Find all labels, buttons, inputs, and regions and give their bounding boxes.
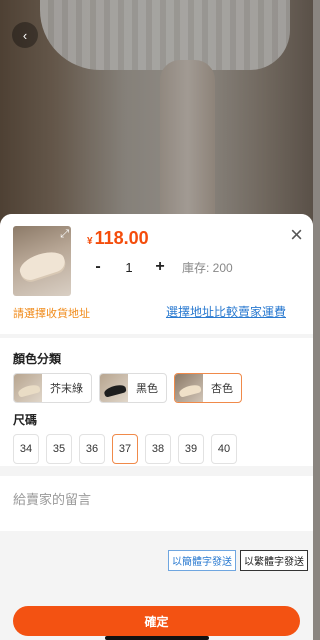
send-traditional-button[interactable]: 以繁體字發送 [240, 550, 308, 571]
increase-button[interactable]: + [149, 258, 171, 276]
decrease-button[interactable]: - [87, 258, 109, 276]
color-swatch-image [14, 374, 42, 402]
confirm-button[interactable]: 確定 [13, 606, 300, 636]
size-option-selected[interactable]: 37 [112, 434, 138, 464]
back-icon[interactable]: ‹ [12, 22, 38, 48]
shoe-swatch-mark [17, 383, 41, 398]
price: ¥118.00 [87, 228, 149, 249]
color-swatch-image [100, 374, 128, 402]
compare-shipping-link[interactable]: 選擇地址比較賣家運費 [166, 303, 286, 320]
font-send-options: 以簡體字發送 以繁體字發送 [168, 550, 308, 571]
size-option[interactable]: 36 [79, 434, 105, 464]
send-simplified-button[interactable]: 以簡體字發送 [168, 550, 236, 571]
color-section-title: 顏色分類 [13, 352, 62, 366]
color-option-label: 芥末綠 [50, 383, 83, 395]
select-address-prompt[interactable]: 請選擇收貨地址 [13, 305, 90, 321]
color-option-label: 黑色 [136, 383, 158, 395]
shoe-swatch-mark [103, 383, 127, 398]
product-photo-backdrop: ‹ [0, 0, 313, 230]
size-option[interactable]: 35 [46, 434, 72, 464]
currency-symbol: ¥ [87, 236, 93, 247]
size-options: 34 35 36 37 38 39 40 [13, 434, 300, 464]
sheet-header: ⤢ ¥118.00 × - 1 + 庫存: 200 請選擇收貨地址 選擇地址比較… [0, 214, 313, 334]
size-section-title: 尺碼 [13, 413, 38, 427]
color-option-apricot[interactable]: 杏色 [174, 373, 242, 403]
product-thumbnail[interactable]: ⤢ [13, 226, 71, 296]
options-panel: 顏色分類 芥末綠 黑色 杏色 尺碼 34 35 36 37 38 39 40 [0, 338, 313, 466]
size-option[interactable]: 40 [211, 434, 237, 464]
color-option-black[interactable]: 黑色 [99, 373, 167, 403]
close-icon[interactable]: × [290, 224, 303, 246]
quantity-stepper: - 1 + [87, 254, 171, 280]
quantity-input[interactable]: 1 [109, 260, 149, 275]
price-value: 118.00 [94, 228, 149, 248]
sku-selection-sheet: ⤢ ¥118.00 × - 1 + 庫存: 200 請選擇收貨地址 選擇地址比較… [0, 214, 313, 640]
color-option-mustard[interactable]: 芥末綠 [13, 373, 92, 403]
size-option[interactable]: 38 [145, 434, 171, 464]
size-option[interactable]: 39 [178, 434, 204, 464]
color-options: 芥末綠 黑色 杏色 [13, 373, 300, 403]
shoe-image [16, 247, 68, 283]
color-option-label: 杏色 [211, 383, 233, 395]
shoe-swatch-mark [178, 383, 202, 398]
expand-icon[interactable]: ⤢ [60, 228, 69, 241]
stock-label: 庫存: 200 [182, 261, 233, 275]
home-indicator [105, 636, 209, 640]
dim-overlay[interactable] [0, 0, 313, 230]
size-option[interactable]: 34 [13, 434, 39, 464]
color-swatch-image [175, 374, 203, 402]
seller-message-input[interactable]: 給賣家的留言 [0, 476, 313, 531]
